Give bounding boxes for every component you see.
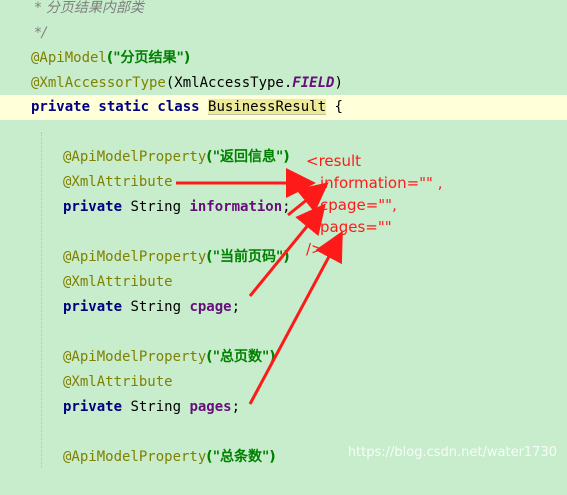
watermark: https://blog.csdn.net/water1730 <box>347 445 557 460</box>
annotation-line-3: cpage="", <box>320 196 397 214</box>
annotation-note: <result information="" , cpage="", pages… <box>306 150 442 260</box>
annotation-arrows <box>176 168 343 405</box>
annotation-line-2: information="" , <box>320 174 443 192</box>
annotation-line-4: pages="" <box>320 218 392 236</box>
annotation-line-1: <result <box>306 152 362 170</box>
annotation-line-5: /> <box>306 240 324 258</box>
arrow-pages <box>248 230 343 405</box>
